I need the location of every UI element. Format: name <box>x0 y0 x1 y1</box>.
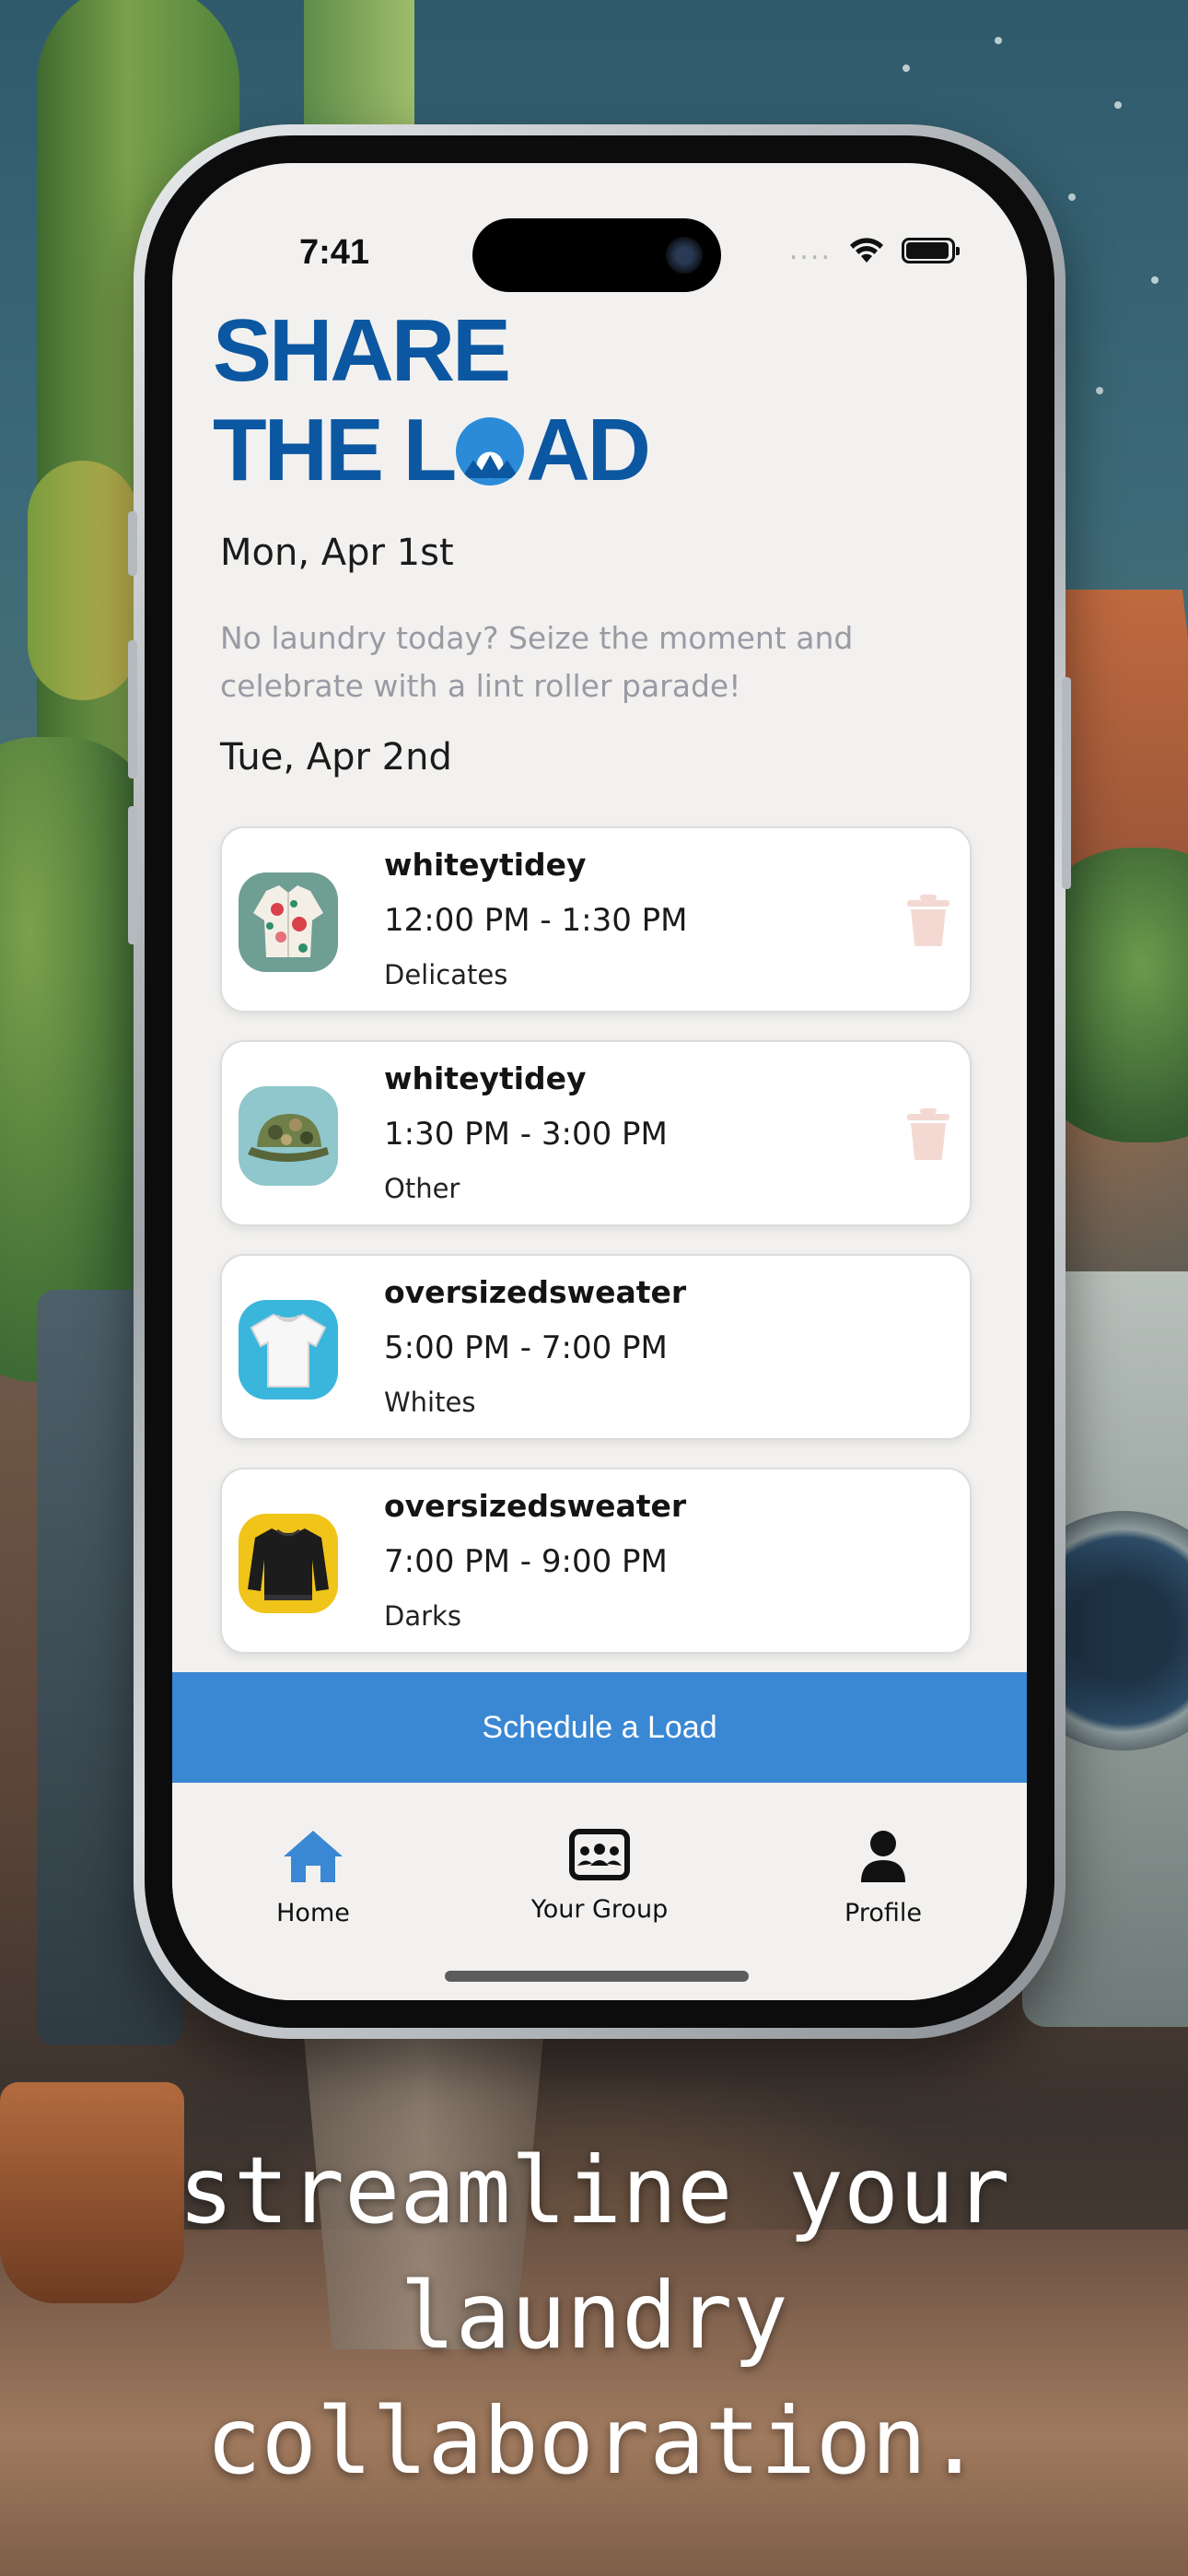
load-user: whiteytidey <box>384 1060 587 1096</box>
schedule-load-button[interactable]: Schedule a Load <box>172 1672 1027 1783</box>
profile-icon <box>861 1831 905 1882</box>
load-time: 1:30 PM - 3:00 PM <box>384 1116 668 1153</box>
status-time: 7:41 <box>299 233 370 272</box>
home-indicator <box>445 1971 749 1982</box>
share-the-load-logo: SHARE THE L AD <box>213 301 651 499</box>
wifi-icon <box>850 238 883 263</box>
home-icon <box>284 1831 343 1882</box>
load-card[interactable]: oversizedsweater 5:00 PM - 7:00 PM White… <box>220 1254 972 1440</box>
load-card[interactable]: oversizedsweater 7:00 PM - 9:00 PM Darks <box>220 1468 972 1654</box>
empty-day-message: No laundry today? Seize the moment and c… <box>220 620 854 704</box>
white-tshirt-icon <box>239 1300 338 1399</box>
floral-shirt-icon <box>239 872 338 972</box>
battery-icon <box>902 238 960 263</box>
camo-cap-icon <box>239 1086 338 1186</box>
load-card[interactable]: whiteytidey 1:30 PM - 3:00 PM Other <box>220 1040 972 1226</box>
load-user: whiteytidey <box>384 847 587 883</box>
group-icon <box>569 1829 630 1880</box>
load-category: Delicates <box>384 959 508 990</box>
dynamic-island <box>472 218 721 292</box>
day-heading: Tue, Apr 2nd <box>220 736 452 779</box>
load-time: 7:00 PM - 9:00 PM <box>384 1543 668 1580</box>
load-category: Darks <box>384 1600 461 1632</box>
camera-icon <box>666 237 703 274</box>
load-time: 5:00 PM - 7:00 PM <box>384 1329 668 1366</box>
tab-profile[interactable]: Profile <box>773 1829 994 1927</box>
tagline: streamline your laundry collaboration. <box>178 2137 1010 2495</box>
load-category: Other <box>384 1173 460 1204</box>
load-time: 12:00 PM - 1:30 PM <box>384 902 688 939</box>
load-user: oversizedsweater <box>384 1488 687 1524</box>
phone-frame: 7:41 .... SHARE THE L AD Mon, Apr 1st No … <box>128 124 1071 2039</box>
trash-icon[interactable] <box>907 895 949 946</box>
app-screen: 7:41 .... SHARE THE L AD Mon, Apr 1st No … <box>172 163 1027 2000</box>
bottom-tab-bar: Home Your Group Profile <box>172 1783 1027 2000</box>
status-icons: .... <box>788 234 960 266</box>
logo-drum-icon <box>456 417 525 486</box>
load-card[interactable]: whiteytidey 12:00 PM - 1:30 PM Delicates <box>220 826 972 1013</box>
tab-home[interactable]: Home <box>203 1829 424 1927</box>
trash-icon[interactable] <box>907 1108 949 1160</box>
black-sweater-icon <box>239 1514 338 1613</box>
load-category: Whites <box>384 1387 476 1418</box>
load-user: oversizedsweater <box>384 1274 687 1310</box>
day-heading: Mon, Apr 1st <box>220 532 454 574</box>
tab-your-group[interactable]: Your Group <box>489 1829 710 1924</box>
signal-icon: .... <box>788 234 832 266</box>
